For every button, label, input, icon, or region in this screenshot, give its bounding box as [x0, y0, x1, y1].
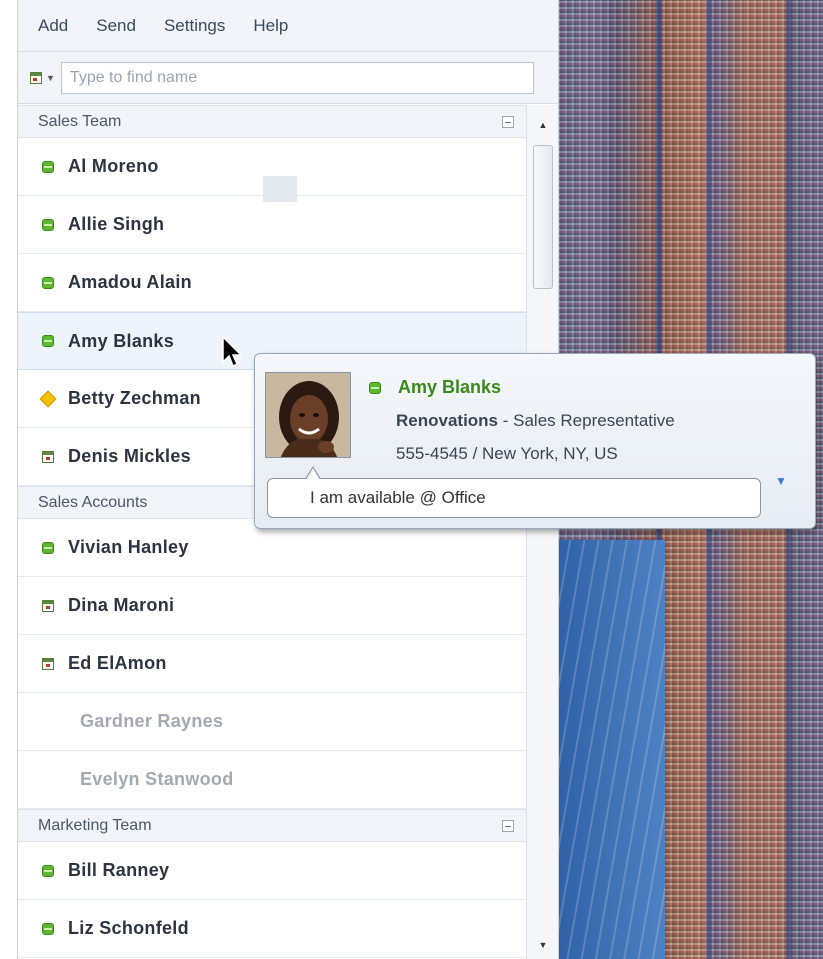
- contact-row[interactable]: Dina Maroni: [18, 577, 526, 635]
- card-options-arrow-icon[interactable]: ▼: [775, 474, 787, 488]
- contact-row[interactable]: Liz Schonfeld: [18, 900, 526, 958]
- group-header-label: Sales Accounts: [38, 493, 148, 511]
- search-row: ▼: [18, 52, 558, 104]
- group-header-label: Sales Team: [38, 112, 122, 130]
- contact-row[interactable]: Gardner Raynes: [18, 693, 526, 751]
- menu-bar: Add Send Settings Help: [18, 0, 558, 52]
- collapse-icon[interactable]: [502, 819, 514, 832]
- menu-settings[interactable]: Settings: [164, 16, 225, 36]
- contact-name: Betty Zechman: [68, 388, 201, 408]
- contact-row[interactable]: Allie Singh: [18, 196, 526, 254]
- card-company: Renovations: [396, 411, 499, 430]
- busy-presence-icon: [42, 599, 54, 612]
- contact-row[interactable]: Evelyn Stanwood: [18, 751, 526, 809]
- available-presence-icon: [42, 218, 54, 231]
- card-company-title: Renovations - Sales Representative: [396, 411, 675, 431]
- drag-ghost: [263, 176, 297, 202]
- search-input[interactable]: [60, 61, 534, 94]
- contact-name: Al Moreno: [68, 156, 159, 176]
- scroll-thumb[interactable]: [533, 145, 553, 289]
- available-presence-icon: [42, 276, 54, 289]
- contact-name: Denis Mickles: [68, 446, 191, 466]
- contact-name: Vivian Hanley: [68, 537, 189, 557]
- available-presence-icon: [42, 335, 54, 347]
- chevron-down-icon: ▼: [46, 72, 55, 83]
- contact-row[interactable]: Ed ElAmon: [18, 635, 526, 693]
- note-tail-inner: [306, 468, 320, 480]
- background-photo-deck: [555, 540, 665, 959]
- available-presence-icon: [42, 160, 54, 173]
- busy-presence-icon: [42, 657, 54, 670]
- card-title: - Sales Representative: [498, 411, 675, 430]
- avatar: [265, 372, 351, 458]
- view-list-icon: [30, 71, 42, 84]
- contact-name: Allie Singh: [68, 214, 165, 234]
- scrollbar[interactable]: ▲ ▼: [526, 105, 558, 959]
- busy-presence-icon: [42, 450, 54, 463]
- contact-name: Dina Maroni: [68, 595, 175, 615]
- contact-name: Liz Schonfeld: [68, 918, 189, 938]
- menu-help[interactable]: Help: [253, 16, 288, 36]
- scroll-down-arrow-icon[interactable]: ▼: [527, 931, 558, 959]
- contact-row[interactable]: Bill Ranney: [18, 842, 526, 900]
- group-header[interactable]: Marketing Team: [18, 809, 526, 842]
- card-phone-location: 555-4545 / New York, NY, US: [396, 444, 618, 463]
- group-header[interactable]: Sales Team: [18, 105, 526, 138]
- menu-add[interactable]: Add: [38, 16, 68, 36]
- contact-card-popup: Amy Blanks Renovations - Sales Represent…: [254, 353, 816, 529]
- contact-name: Amadou Alain: [68, 272, 192, 292]
- available-presence-icon: [42, 541, 54, 554]
- contact-row[interactable]: Amadou Alain: [18, 254, 526, 312]
- contact-name: Gardner Raynes: [80, 711, 224, 731]
- view-options-button[interactable]: ▼: [30, 71, 55, 84]
- scroll-up-arrow-icon[interactable]: ▲: [527, 111, 558, 139]
- card-contact-name[interactable]: Amy Blanks: [398, 377, 501, 398]
- contact-name: Ed ElAmon: [68, 653, 167, 673]
- card-presence-icon: [369, 382, 381, 394]
- available-presence-icon: [42, 864, 54, 877]
- mouse-pointer-icon: [222, 335, 244, 377]
- contact-name: Bill Ranney: [68, 860, 170, 880]
- collapse-icon[interactable]: [502, 115, 514, 128]
- contact-list: Sales Team Al Moreno Allie Singh Amadou Ala…: [18, 105, 526, 958]
- away-presence-icon: [39, 390, 57, 407]
- contact-name: Amy Blanks: [68, 330, 175, 351]
- contact-name: Evelyn Stanwood: [80, 769, 234, 789]
- menu-send[interactable]: Send: [96, 16, 136, 36]
- status-note-field[interactable]: I am available @ Office: [267, 478, 761, 518]
- available-presence-icon: [42, 922, 54, 935]
- group-header-label: Marketing Team: [38, 816, 152, 834]
